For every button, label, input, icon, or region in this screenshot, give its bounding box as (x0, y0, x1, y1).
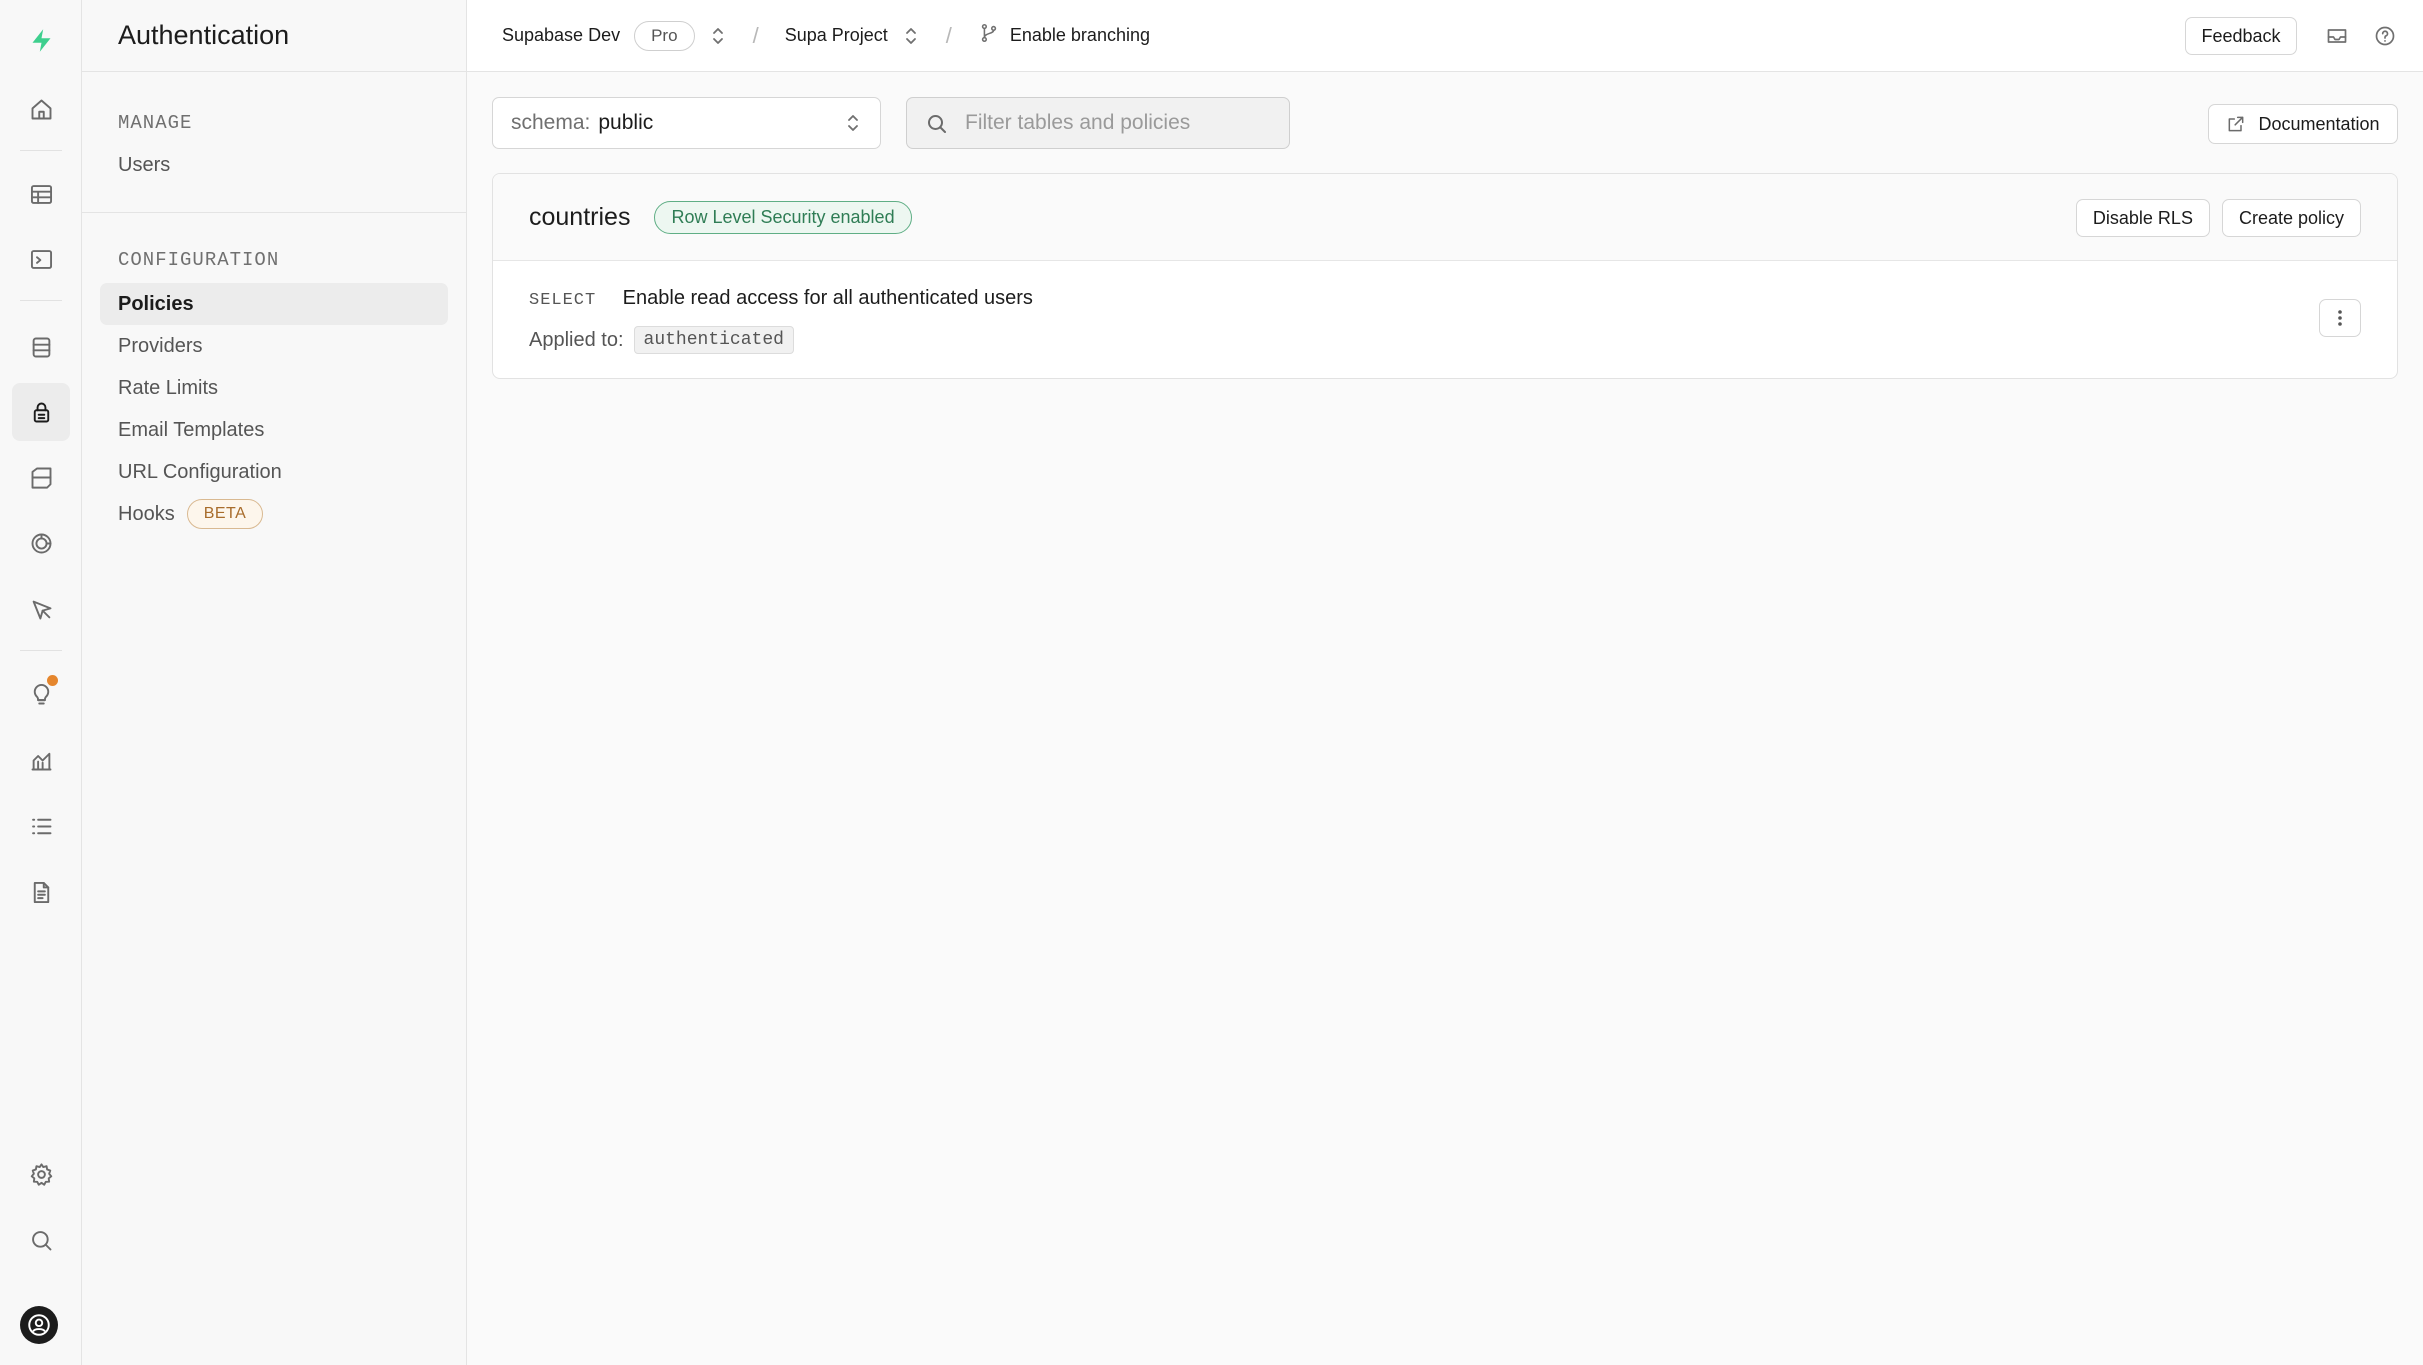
sidebar-item-url-configuration[interactable]: URL Configuration (100, 451, 448, 493)
help-icon[interactable] (2373, 24, 2397, 53)
table-header: countries Row Level Security enabled Dis… (493, 174, 2397, 261)
chevron-up-down-icon (844, 112, 862, 134)
breadcrumb-separator: / (945, 22, 952, 48)
table-policies-card: countries Row Level Security enabled Dis… (492, 173, 2398, 379)
beta-badge: BETA (186, 499, 264, 529)
rail-divider (20, 150, 62, 151)
notification-dot (47, 675, 58, 686)
breadcrumb-project[interactable]: Supa Project (785, 25, 920, 47)
sidebar-item-label: Hooks (118, 502, 175, 525)
realtime-icon[interactable] (12, 514, 70, 572)
schema-select[interactable]: schema: public (492, 97, 881, 149)
disable-rls-button[interactable]: Disable RLS (2075, 199, 2210, 237)
table-name: countries (529, 202, 631, 231)
advisors-lightbulb-icon[interactable] (12, 665, 70, 723)
settings-gear-icon[interactable] (12, 1145, 70, 1203)
sql-editor-icon[interactable] (12, 230, 70, 288)
plan-badge: Pro (634, 20, 695, 51)
sidebar-item-users[interactable]: Users (100, 144, 448, 186)
applied-label: Applied to: (529, 328, 624, 351)
account-avatar[interactable] (20, 1306, 58, 1344)
group-title-manage: MANAGE (118, 112, 193, 134)
lock-icon[interactable] (12, 383, 70, 441)
edge-functions-icon[interactable] (12, 580, 70, 638)
external-link-icon (2229, 116, 2244, 132)
inbox-icon[interactable] (2325, 24, 2349, 53)
enable-branching-label: Enable branching (1009, 25, 1150, 45)
rail-divider (20, 650, 62, 651)
sidebar-item-email-templates[interactable]: Email Templates (100, 409, 448, 451)
documentation-button[interactable]: Documentation (2208, 104, 2398, 144)
policy-name: Enable read access for all authenticated… (622, 287, 1033, 309)
documentation-label: Documentation (2258, 113, 2380, 134)
sidebar-item-rate-limits[interactable]: Rate Limits (100, 367, 448, 409)
search-icon[interactable] (12, 1211, 70, 1269)
group-title-configuration: CONFIGURATION (118, 249, 280, 271)
table-actions: Disable RLS Create policy (2075, 199, 2361, 237)
configuration-group: CONFIGURATION Policies Providers Rate Li… (82, 249, 466, 535)
filter-search-input[interactable]: Filter tables and policies (906, 97, 1290, 149)
icon-rail (0, 0, 82, 1365)
rail-divider (20, 300, 62, 301)
sidebar-item-hooks[interactable]: Hooks BETA (100, 493, 448, 535)
git-branch-icon (978, 22, 1000, 49)
search-icon (925, 112, 949, 142)
sidebar-header: Authentication (82, 0, 466, 72)
chevron-up-down-icon[interactable] (902, 25, 920, 47)
policy-row[interactable]: SELECT Enable read access for all authen… (493, 261, 2397, 378)
database-icon[interactable] (12, 318, 70, 376)
breadcrumb-org[interactable]: Supabase Dev Pro (502, 20, 727, 51)
storage-icon[interactable] (12, 448, 70, 506)
org-name: Supabase Dev (502, 25, 621, 45)
more-vertical-icon (2338, 310, 2342, 326)
policy-applied-to: Applied to: authenticated (529, 326, 2361, 354)
section-sidebar: Authentication MANAGE Users CONFIGURATIO… (82, 0, 467, 1365)
sidebar-item-providers[interactable]: Providers (100, 325, 448, 367)
rls-status-badge: Row Level Security enabled (654, 200, 912, 234)
enable-branching-button[interactable]: Enable branching (978, 22, 1150, 49)
api-docs-document-icon[interactable] (12, 863, 70, 921)
home-icon[interactable] (12, 80, 70, 138)
supabase-logo-icon[interactable] (12, 11, 70, 69)
create-policy-button[interactable]: Create policy (2221, 199, 2361, 237)
schema-value: public (598, 111, 654, 134)
project-name: Supa Project (784, 25, 888, 45)
sidebar-item-policies[interactable]: Policies (100, 283, 448, 325)
main-content: schema: public Filter tables and policie… (467, 72, 2423, 1365)
role-tag: authenticated (633, 326, 794, 354)
table-editor-icon[interactable] (12, 165, 70, 223)
breadcrumb-separator: / (752, 22, 759, 48)
sidebar-title: Authentication (118, 20, 290, 50)
manage-group: MANAGE Users (82, 112, 466, 186)
logs-list-icon[interactable] (12, 797, 70, 855)
sidebar-divider (82, 212, 466, 213)
policy-command: SELECT (529, 291, 597, 310)
schema-label: schema: (511, 111, 591, 134)
feedback-button[interactable]: Feedback (2185, 17, 2297, 55)
filter-placeholder: Filter tables and policies (965, 111, 1191, 134)
more-options-button[interactable] (2319, 299, 2361, 337)
chevron-up-down-icon[interactable] (709, 25, 727, 47)
reports-chart-icon[interactable] (12, 731, 70, 789)
top-bar: Supabase Dev Pro / Supa Project / Enable… (467, 0, 2423, 72)
